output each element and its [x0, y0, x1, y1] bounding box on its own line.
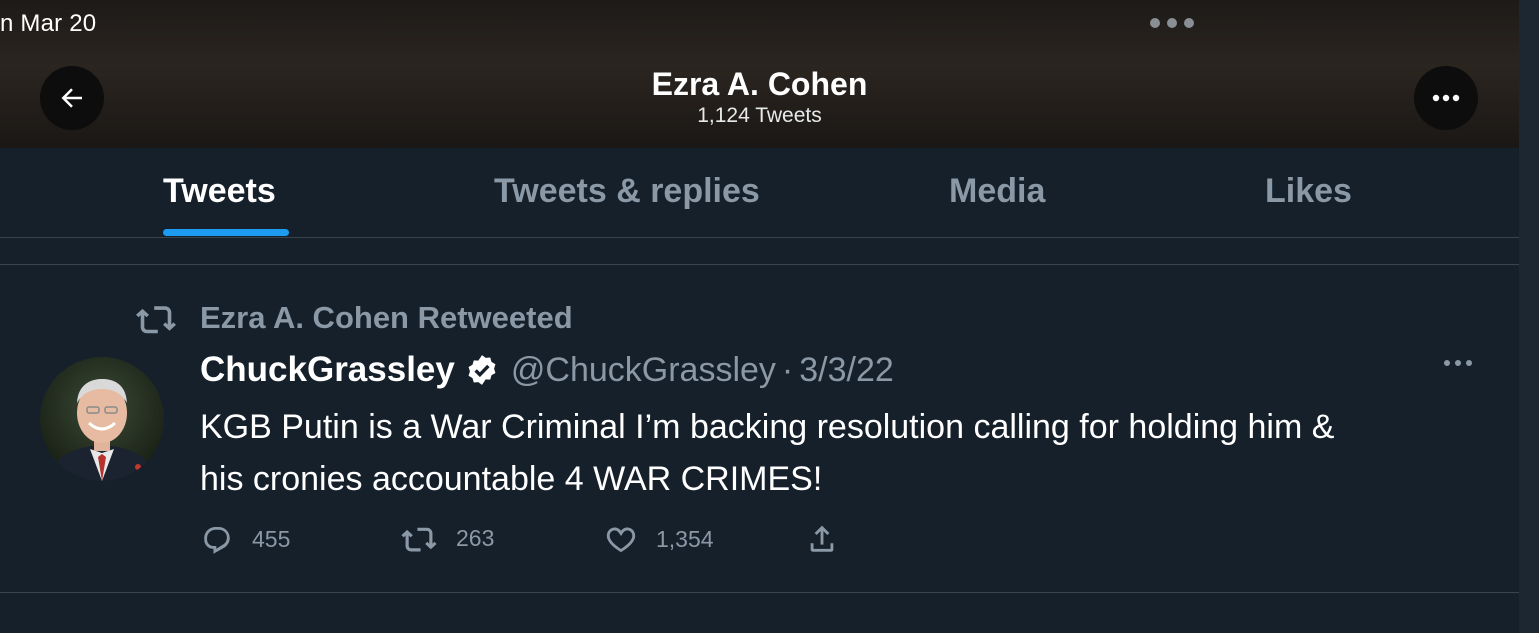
- author-handle[interactable]: @ChuckGrassley: [511, 351, 776, 390]
- active-tab-indicator: [163, 229, 289, 236]
- tweet-text-line: KGB Putin is a War Criminal I’m backing …: [200, 408, 1335, 446]
- meta-separator: ·: [781, 350, 794, 389]
- profile-tabs: Tweets Tweets & replies Media Likes: [0, 148, 1519, 238]
- tweet-header: ChuckGrassley @ChuckGrassley · 3/3/22: [200, 350, 894, 390]
- divider: [0, 264, 1519, 265]
- like-count: 1,354: [656, 525, 714, 552]
- avatar-portrait: [46, 379, 158, 481]
- share-button[interactable]: [805, 522, 839, 556]
- like-button[interactable]: 1,354: [604, 522, 714, 556]
- tweet-text-line: his cronies accountable 4 WAR CRIMES!: [200, 460, 823, 498]
- more-options-button[interactable]: [1414, 66, 1478, 130]
- author-name[interactable]: ChuckGrassley: [200, 350, 455, 390]
- status-date: n Mar 20: [0, 10, 97, 37]
- profile-header-banner: n Mar 20 Ezra A. Cohen 1,124 Tweets: [0, 0, 1519, 148]
- tweet-text: KGB Putin is a War Criminal I’m backing …: [200, 401, 1500, 505]
- tab-tweets[interactable]: Tweets: [163, 172, 276, 211]
- tab-media[interactable]: Media: [949, 172, 1045, 211]
- scrollbar-track[interactable]: [1519, 0, 1539, 633]
- tweet-date[interactable]: 3/3/22: [799, 351, 894, 390]
- tweet-count: 1,124 Tweets: [697, 104, 822, 127]
- reply-icon: [204, 526, 230, 554]
- avatar[interactable]: [40, 357, 164, 481]
- divider: [0, 592, 1519, 593]
- tab-tweets-replies[interactable]: Tweets & replies: [494, 172, 760, 211]
- multitask-dots-icon[interactable]: [1150, 18, 1194, 28]
- retweet-icon: [401, 527, 437, 552]
- more-horizontal-icon: [1432, 94, 1460, 102]
- tab-likes[interactable]: Likes: [1265, 172, 1352, 211]
- retweet-button[interactable]: 263: [400, 522, 494, 554]
- profile-name: Ezra A. Cohen: [651, 66, 868, 102]
- verified-badge-icon: [465, 353, 499, 387]
- reply-button[interactable]: 455: [200, 522, 290, 556]
- share-icon: [810, 525, 834, 552]
- like-icon: [606, 527, 636, 553]
- retweet-icon: [136, 306, 176, 334]
- retweet-count: 263: [456, 524, 495, 551]
- retweeted-by-label: Ezra A. Cohen Retweeted: [200, 300, 573, 335]
- reply-count: 455: [252, 525, 291, 552]
- tweet-more-icon[interactable]: [1444, 360, 1472, 366]
